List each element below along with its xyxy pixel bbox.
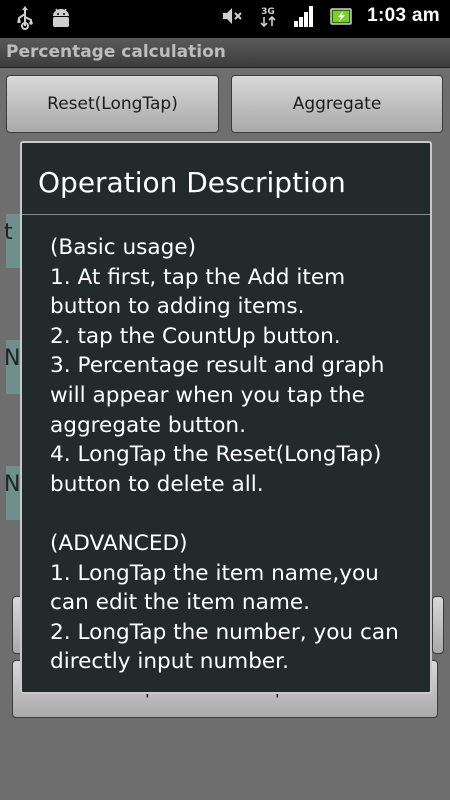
status-bar: 3G 1:03 am (0, 0, 450, 38)
dialog-message: (Basic usage) 1. At first, tap the Add i… (50, 235, 399, 675)
dialog-divider (22, 214, 430, 215)
status-clock: 1:03 am (367, 5, 440, 26)
app-title: Percentage calculation (6, 42, 226, 62)
operation-description-dialog: Operation Description (Basic usage) 1. A… (20, 141, 432, 694)
item-name-label: N (4, 346, 21, 371)
reset-button[interactable]: Reset(LongTap) (6, 75, 219, 133)
network-3g-icon: 3G (260, 7, 276, 28)
app-title-bar: Percentage calculation (0, 38, 450, 68)
volume-muted-icon (223, 8, 242, 24)
item-name-label: N (4, 472, 21, 497)
aggregate-button[interactable]: Aggregate (231, 75, 443, 133)
dialog-title: Operation Description (38, 166, 346, 199)
item-name-label: t (4, 220, 13, 245)
battery-charging-icon (330, 8, 352, 25)
signal-bars-icon (294, 6, 314, 27)
countup-button[interactable] (432, 596, 444, 654)
usb-icon (17, 6, 33, 30)
svg-text:3G: 3G (261, 7, 275, 17)
android-debug-icon (53, 8, 69, 27)
